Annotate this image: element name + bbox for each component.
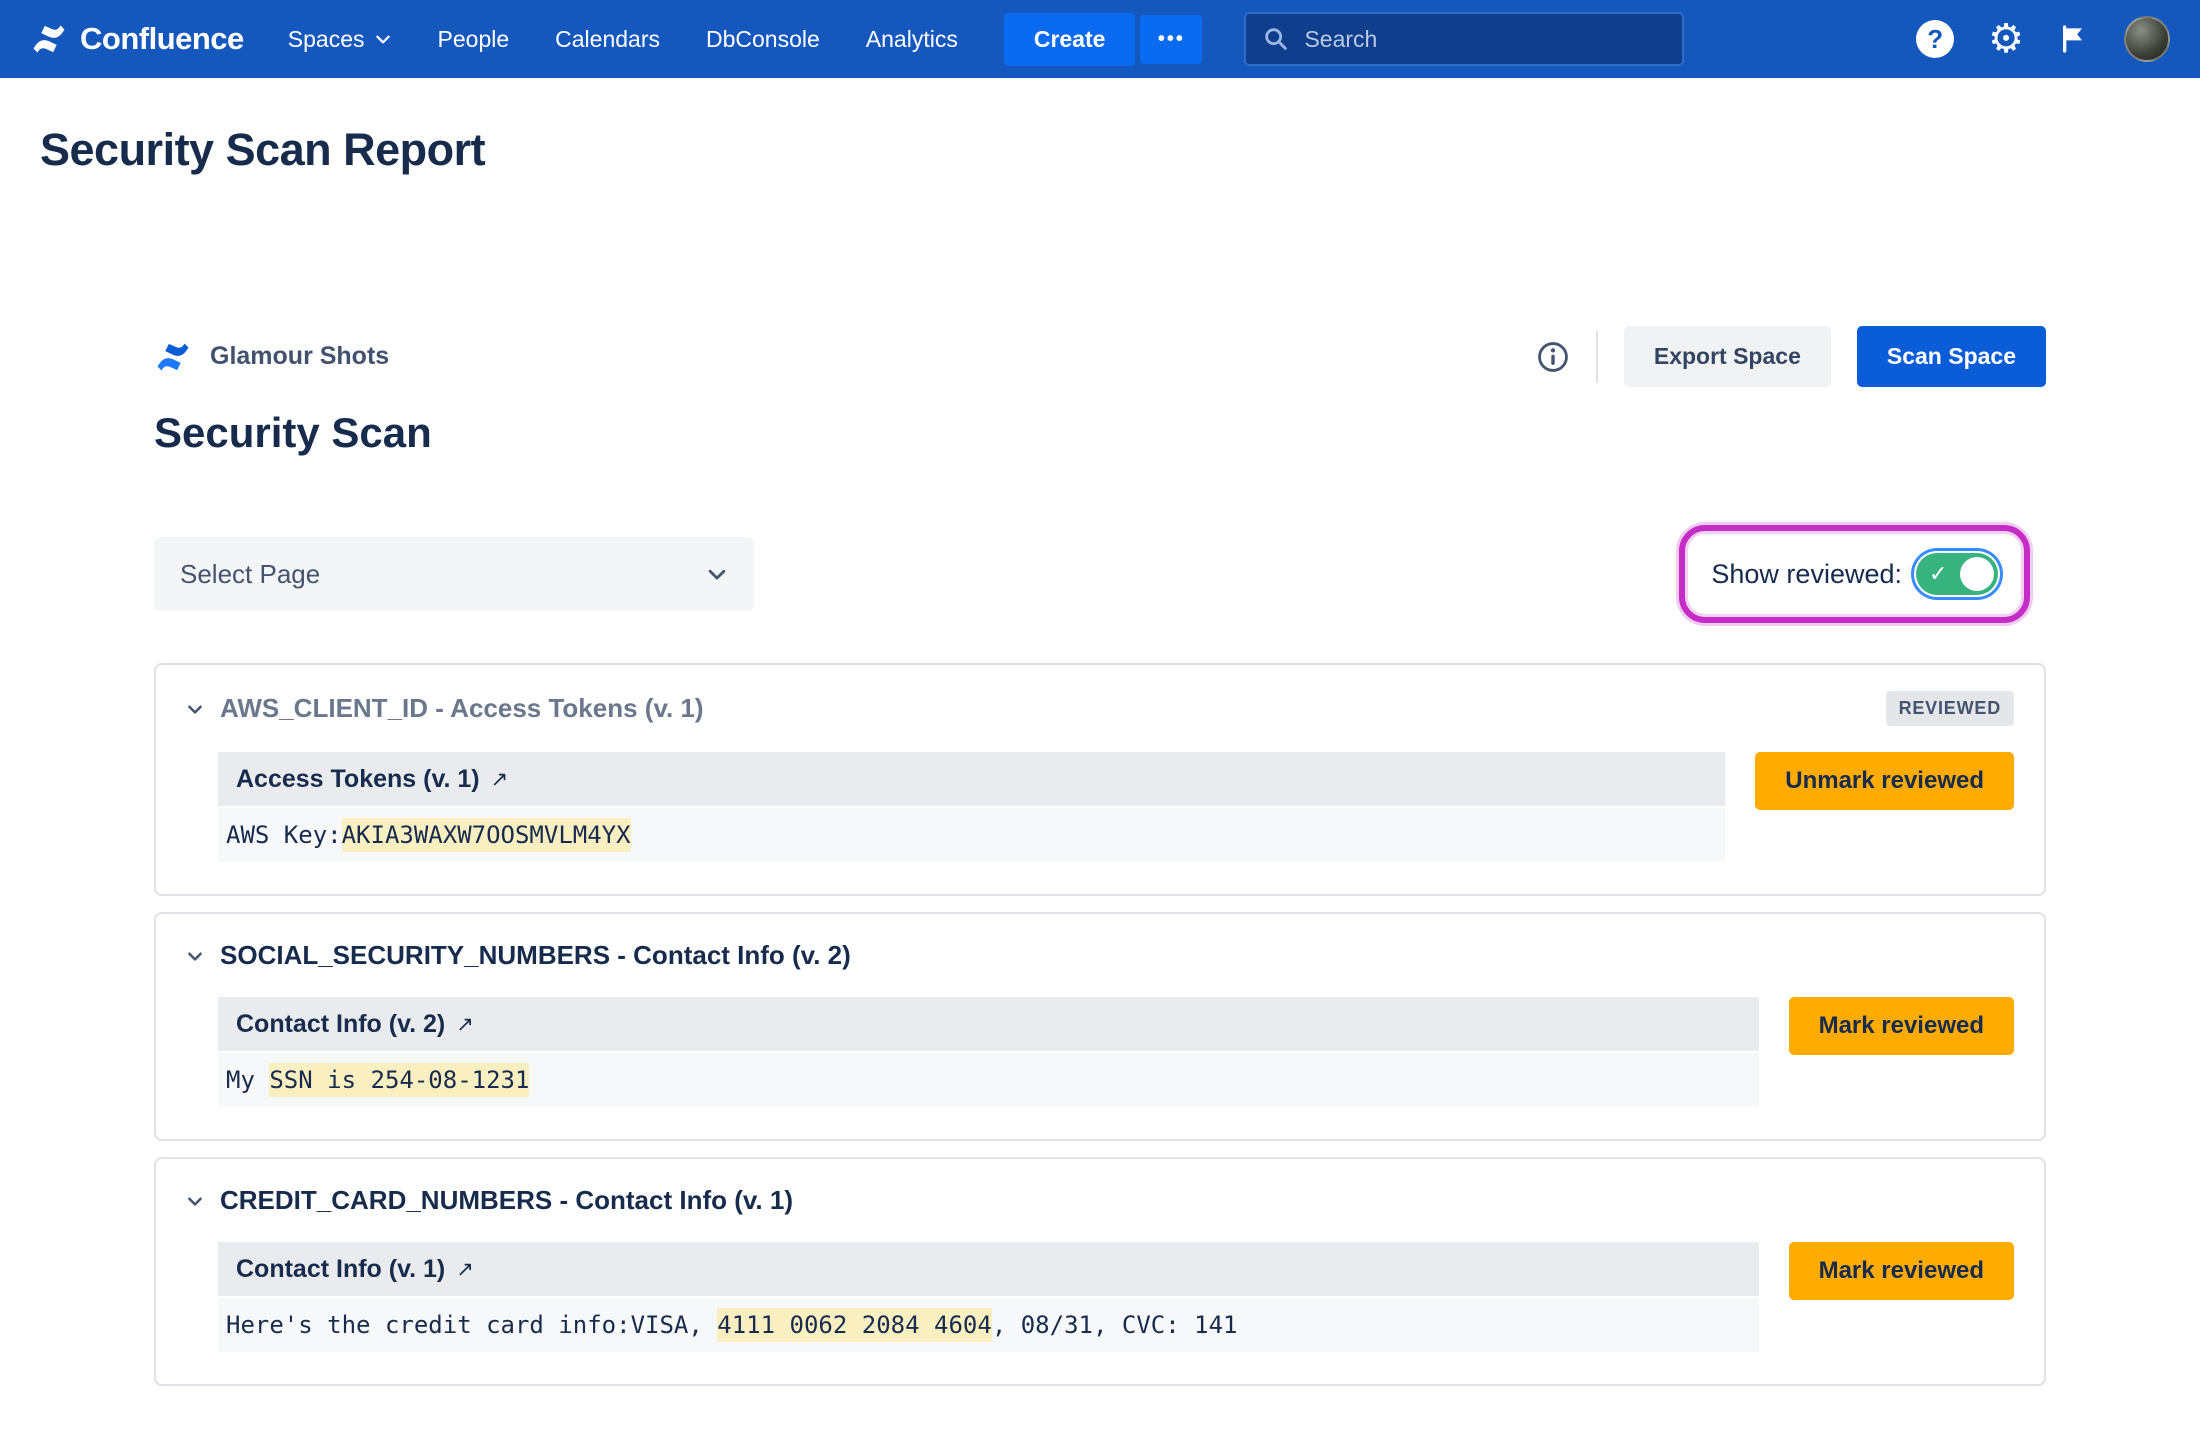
external-link-icon: ↗ <box>456 1257 474 1281</box>
finding-header: AWS_CLIENT_ID - Access Tokens (v. 1) REV… <box>186 691 2014 726</box>
finding-page-link-label: Access Tokens (v. 1) <box>236 765 480 794</box>
finding-page-link[interactable]: Contact Info (v. 2) ↗ <box>218 997 1759 1051</box>
finding-header: SOCIAL_SECURITY_NUMBERS - Contact Info (… <box>186 940 2014 971</box>
external-link-icon: ↗ <box>491 767 509 791</box>
finding-page-link[interactable]: Contact Info (v. 1) ↗ <box>218 1242 1759 1296</box>
content-prefix: AWS Key: <box>226 821 342 849</box>
chevron-down-icon[interactable] <box>186 1192 204 1210</box>
main-content: Glamour Shots Export Space Scan Space Se… <box>154 326 2046 1386</box>
chevron-down-icon[interactable] <box>186 947 204 965</box>
finding-detail: Contact Info (v. 2) ↗ My SSN is 254-08-1… <box>218 997 1759 1107</box>
page-title: Security Scan Report <box>40 124 2200 176</box>
content-prefix: My <box>226 1066 269 1094</box>
mark-reviewed-button[interactable]: Mark reviewed <box>1789 997 2014 1055</box>
select-page-value: Select Page <box>180 559 320 590</box>
nav-right-icons: ? ⚙ <box>1916 16 2170 62</box>
show-reviewed-label: Show reviewed: <box>1711 559 1902 590</box>
show-reviewed-toggle[interactable]: ✓ <box>1916 553 1998 595</box>
nav-item-calendars[interactable]: Calendars <box>555 26 660 53</box>
info-icon[interactable] <box>1536 340 1570 374</box>
finding-card-aws-client-id: AWS_CLIENT_ID - Access Tokens (v. 1) REV… <box>154 663 2046 896</box>
chevron-down-icon <box>706 563 728 585</box>
section-title: Security Scan <box>154 409 2046 457</box>
space-name[interactable]: Glamour Shots <box>210 342 389 371</box>
nav-links: Spaces People Calendars DbConsole Analyt… <box>288 26 958 53</box>
space-logo-icon <box>154 338 192 376</box>
nav-item-analytics[interactable]: Analytics <box>866 26 958 53</box>
finding-header: CREDIT_CARD_NUMBERS - Contact Info (v. 1… <box>186 1185 2014 1216</box>
create-button[interactable]: Create <box>1004 13 1136 66</box>
finding-page-link-label: Contact Info (v. 2) <box>236 1010 445 1039</box>
content-prefix: Here's the credit card info:VISA, <box>226 1311 717 1339</box>
reviewed-badge: REVIEWED <box>1886 691 2014 726</box>
controls-row: Select Page Show reviewed: ✓ <box>154 525 2046 623</box>
findings-list: AWS_CLIENT_ID - Access Tokens (v. 1) REV… <box>154 663 2046 1386</box>
nav-item-spaces-label: Spaces <box>288 26 365 53</box>
space-actions: Export Space Scan Space <box>1536 326 2046 387</box>
chevron-down-icon[interactable] <box>186 700 204 718</box>
vertical-divider <box>1596 331 1598 383</box>
top-navigation: Confluence Spaces People Calendars DbCon… <box>0 0 2200 78</box>
brand-name: Confluence <box>80 21 244 57</box>
search-box[interactable] <box>1244 12 1684 66</box>
show-reviewed-annotation: Show reviewed: ✓ <box>1679 525 2030 623</box>
content-highlight: 4111 0062 2084 4604 <box>717 1308 992 1342</box>
mark-reviewed-button[interactable]: Mark reviewed <box>1789 1242 2014 1300</box>
external-link-icon: ↗ <box>456 1012 474 1036</box>
finding-title: SOCIAL_SECURITY_NUMBERS - Contact Info (… <box>220 940 851 971</box>
finding-detail: Access Tokens (v. 1) ↗ AWS Key:AKIA3WAXW… <box>218 752 1725 862</box>
toggle-knob <box>1960 557 1994 591</box>
scan-space-button[interactable]: Scan Space <box>1857 326 2046 387</box>
content-suffix: , 08/31, CVC: 141 <box>992 1311 1238 1339</box>
finding-card-credit-card-numbers: CREDIT_CARD_NUMBERS - Contact Info (v. 1… <box>154 1157 2046 1386</box>
search-input[interactable] <box>1304 26 1666 53</box>
finding-body: Contact Info (v. 2) ↗ My SSN is 254-08-1… <box>186 997 2014 1107</box>
finding-detail: Contact Info (v. 1) ↗ Here's the credit … <box>218 1242 1759 1352</box>
content-highlight: SSN is 254-08-1231 <box>269 1063 529 1097</box>
export-space-button[interactable]: Export Space <box>1624 326 1831 387</box>
more-actions-button[interactable]: ••• <box>1140 15 1202 64</box>
nav-item-spaces[interactable]: Spaces <box>288 26 392 53</box>
gear-icon[interactable]: ⚙ <box>1988 19 2024 59</box>
finding-content: AWS Key:AKIA3WAXW7OOSMVLM4YX <box>218 808 1725 862</box>
nav-item-dbconsole[interactable]: DbConsole <box>706 26 820 53</box>
select-page-dropdown[interactable]: Select Page <box>154 537 754 611</box>
finding-page-link-label: Contact Info (v. 1) <box>236 1255 445 1284</box>
content-highlight: AKIA3WAXW7OOSMVLM4YX <box>342 818 631 852</box>
finding-content: My SSN is 254-08-1231 <box>218 1053 1759 1107</box>
check-icon: ✓ <box>1929 562 1947 587</box>
avatar[interactable] <box>2124 16 2170 62</box>
finding-body: Access Tokens (v. 1) ↗ AWS Key:AKIA3WAXW… <box>186 752 2014 862</box>
finding-body: Contact Info (v. 1) ↗ Here's the credit … <box>186 1242 2014 1352</box>
help-icon[interactable]: ? <box>1916 20 1954 58</box>
nav-item-people[interactable]: People <box>438 26 510 53</box>
search-icon <box>1262 25 1290 53</box>
finding-title: AWS_CLIENT_ID - Access Tokens (v. 1) <box>220 693 704 724</box>
chevron-down-icon <box>374 30 392 48</box>
finding-content: Here's the credit card info:VISA, 4111 0… <box>218 1298 1759 1352</box>
flag-icon[interactable] <box>2058 23 2090 55</box>
finding-title: CREDIT_CARD_NUMBERS - Contact Info (v. 1… <box>220 1185 793 1216</box>
confluence-home-link[interactable]: Confluence <box>30 20 244 58</box>
confluence-logo-icon <box>30 20 68 58</box>
finding-page-link[interactable]: Access Tokens (v. 1) ↗ <box>218 752 1725 806</box>
space-identity: Glamour Shots <box>154 338 389 376</box>
unmark-reviewed-button[interactable]: Unmark reviewed <box>1755 752 2014 810</box>
finding-card-social-security-numbers: SOCIAL_SECURITY_NUMBERS - Contact Info (… <box>154 912 2046 1141</box>
space-header: Glamour Shots Export Space Scan Space <box>154 326 2046 387</box>
